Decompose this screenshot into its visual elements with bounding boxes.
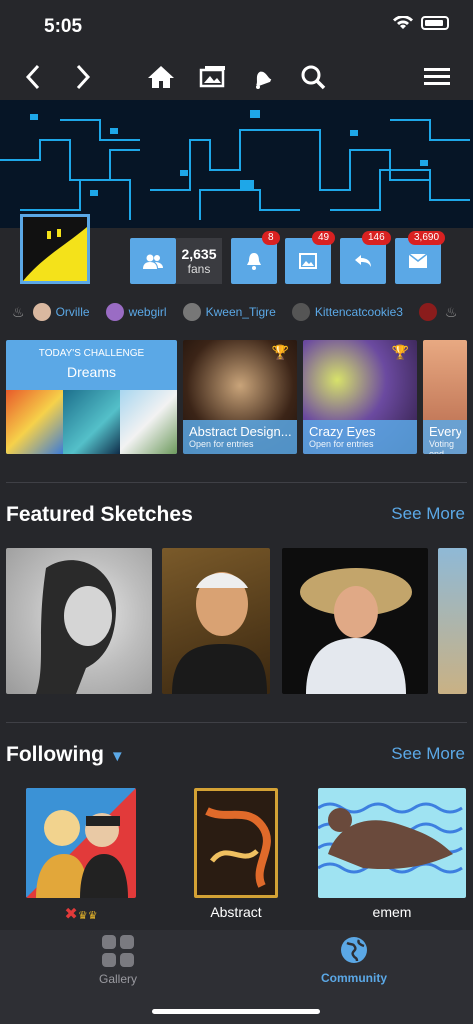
images-badge: 49 — [312, 231, 336, 245]
profile-avatar[interactable] — [20, 214, 90, 284]
system-icons — [393, 16, 449, 30]
cake-icon: ♨ — [444, 303, 458, 320]
trophy-icon: 🏆 — [391, 344, 409, 360]
grid-icon — [102, 935, 134, 967]
following-see-more-link[interactable]: See More — [391, 744, 465, 764]
users-icon — [143, 254, 163, 269]
challenge-card-today[interactable]: TODAY'S CHALLENGE Dreams — [6, 340, 177, 454]
search-icon[interactable] — [298, 62, 328, 92]
online-user[interactable]: Kween_Tigre — [182, 303, 276, 321]
fans-button[interactable] — [130, 238, 176, 284]
challenge-card-crazy-eyes[interactable]: 🏆 Crazy Eyes Open for entries — [303, 340, 417, 454]
online-users-strip: ♨ Orville webgirl Kween_Tigre Kittencatc… — [0, 300, 473, 324]
avatar — [32, 303, 51, 321]
trophy-icon: 🏆 — [271, 344, 289, 360]
featured-title: Featured Sketches — [6, 503, 193, 526]
challenge-kicker: TODAY'S CHALLENGE — [38, 348, 145, 359]
back-icon[interactable] — [18, 62, 48, 92]
home-indicator — [152, 1009, 320, 1014]
following-thumbnail[interactable] — [194, 788, 278, 898]
challenge-label: Everyd Voting end — [423, 420, 467, 454]
gallery-icon[interactable] — [198, 62, 228, 92]
sketch-thumbnail[interactable] — [438, 548, 467, 694]
challenge-label: Crazy Eyes Open for entries — [303, 420, 417, 454]
avatar — [182, 303, 201, 321]
status-time: 5:05 — [44, 16, 83, 37]
cake-icon: ♨ — [12, 303, 25, 320]
following-title: Following ▼ — [6, 743, 125, 766]
avatar[interactable] — [418, 303, 437, 321]
tab-gallery[interactable]: Gallery — [0, 930, 236, 990]
following-thumbnail[interactable] — [26, 788, 136, 898]
tab-community[interactable]: Community — [236, 930, 472, 990]
wifi-icon — [393, 16, 413, 29]
forward-icon[interactable] — [68, 62, 98, 92]
replies-badge: 146 — [362, 231, 391, 245]
challenge-title: Dreams — [66, 364, 116, 380]
tab-label: Gallery — [98, 972, 137, 986]
home-icon[interactable] — [146, 62, 176, 92]
challenge-card-everyday[interactable]: Everyd Voting end — [423, 340, 467, 454]
globe-icon — [341, 937, 367, 963]
tab-label: Community — [321, 971, 387, 985]
crown-icon: ♛♛ — [77, 910, 98, 922]
image-icon — [299, 253, 317, 269]
sketch-thumbnail[interactable] — [282, 548, 428, 694]
cross-icon: ✖ — [64, 906, 78, 923]
featured-see-more-link[interactable]: See More — [391, 504, 465, 524]
online-user[interactable]: webgirl — [105, 303, 167, 321]
following-thumbnail[interactable] — [318, 788, 466, 898]
online-user[interactable]: Orville — [32, 303, 90, 321]
fans-label: fans — [187, 262, 211, 276]
following-name: emem — [372, 904, 412, 920]
challenge-label: Abstract Design... Open for entries — [183, 420, 297, 454]
avatar — [291, 303, 310, 321]
chevron-down-icon[interactable]: ▼ — [110, 748, 125, 765]
menu-icon[interactable] — [422, 62, 452, 92]
bell-icon — [247, 253, 261, 270]
status-bar: 5:05 — [0, 0, 473, 52]
sketch-thumbnail[interactable] — [162, 548, 270, 694]
top-nav — [0, 52, 473, 100]
fans-count-box[interactable]: 2,635 fans — [176, 238, 222, 284]
section-divider — [6, 482, 467, 483]
challenge-preview — [6, 390, 177, 454]
following-name: ✖♛♛ — [26, 904, 136, 924]
messages-badge: 3,690 — [408, 231, 446, 245]
following-name: Abstract — [210, 904, 262, 920]
avatar — [105, 303, 124, 321]
bell-icon[interactable] — [248, 62, 278, 92]
sketch-thumbnail[interactable] — [6, 548, 152, 694]
reply-icon — [355, 255, 371, 267]
online-user[interactable]: Kittencatcookie3 — [291, 303, 403, 321]
mail-icon — [409, 254, 427, 268]
challenge-card-abstract[interactable]: 🏆 Abstract Design... Open for entries — [183, 340, 297, 454]
profile-banner — [0, 100, 473, 228]
battery-icon — [421, 16, 449, 30]
section-divider — [6, 722, 467, 723]
notifications-badge: 8 — [262, 231, 280, 245]
fans-count: 2,635 — [181, 246, 217, 262]
